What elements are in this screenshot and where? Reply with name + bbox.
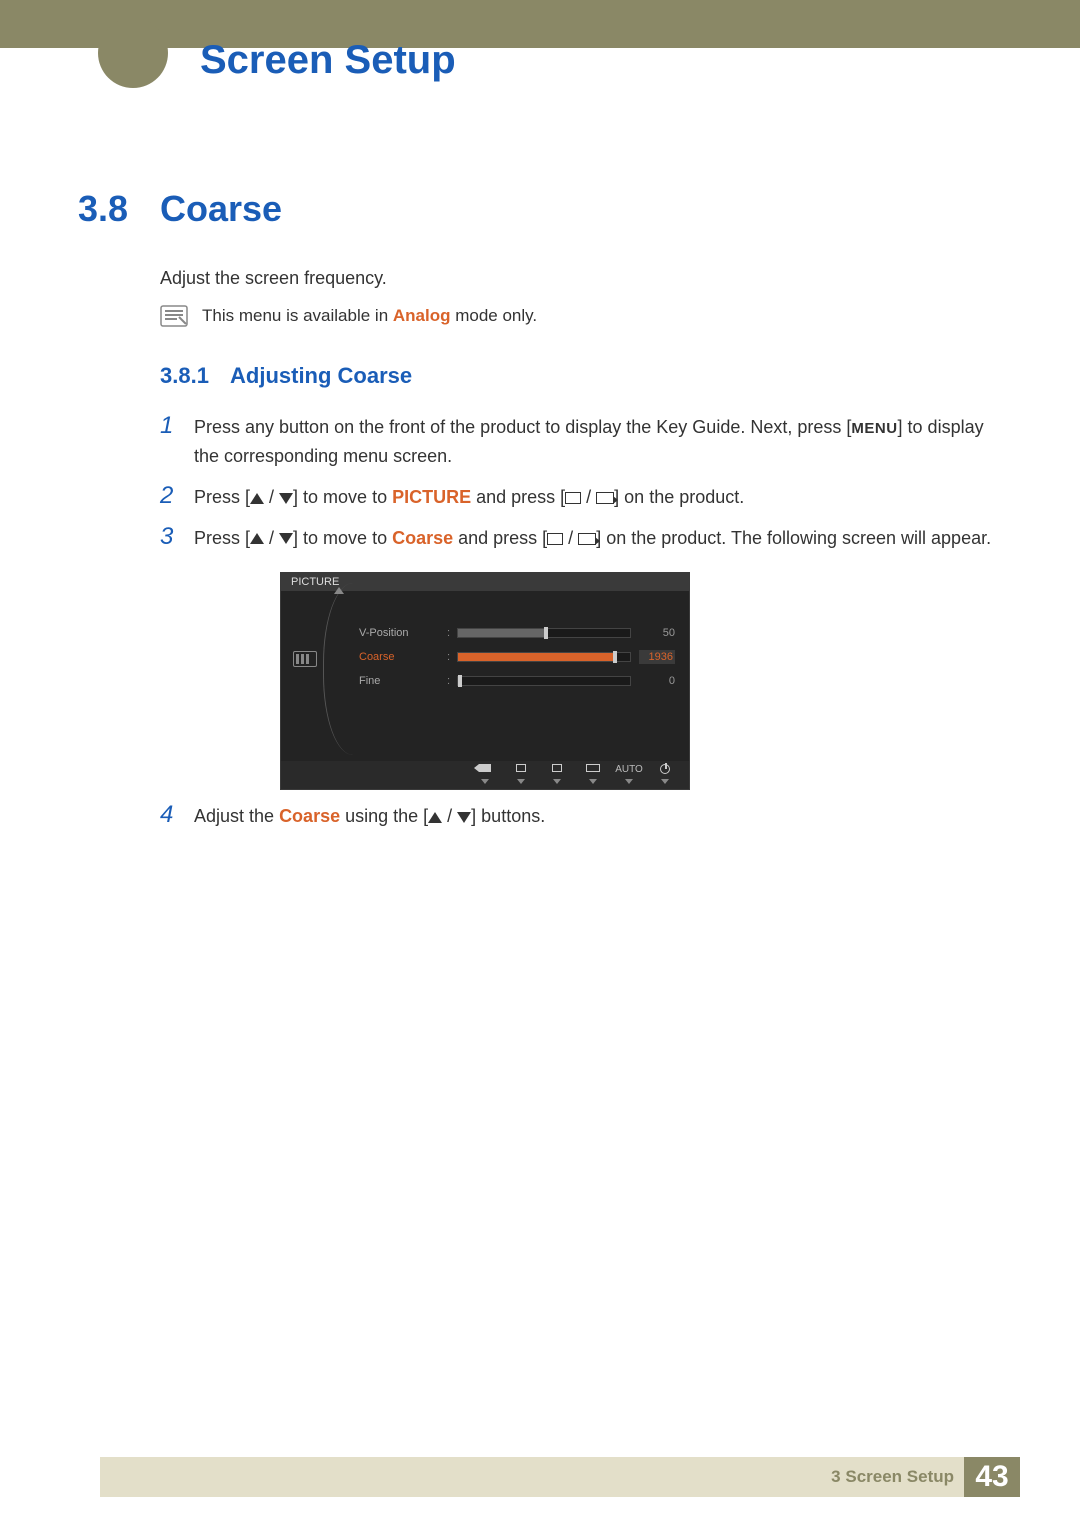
scroll-up-icon: [334, 587, 344, 594]
osd-row-vposition: V-Position : 50: [359, 621, 675, 645]
osd-label-active: Coarse: [359, 651, 447, 663]
osd-back-button: [467, 764, 503, 787]
subsection-title: Adjusting Coarse: [230, 363, 412, 389]
osd-value: 50: [639, 627, 675, 639]
osd-row-fine: Fine : 0: [359, 669, 675, 693]
down-arrow-icon: [279, 533, 293, 544]
osd-auto-button: AUTO: [611, 764, 647, 787]
menu-button-label: MENU: [851, 420, 897, 437]
select-icon: [565, 492, 581, 504]
chapter-title: Screen Setup: [200, 38, 456, 83]
footer-bar: 3 Screen Setup 43: [100, 1457, 990, 1497]
section-number: 3.8: [78, 188, 160, 230]
step-1: 1 Press any button on the front of the p…: [160, 413, 1002, 471]
up-arrow-icon: [428, 812, 442, 823]
target-coarse: Coarse: [279, 806, 340, 826]
picture-category-icon: [293, 651, 317, 667]
osd-panel: PICTURE V-Position : 50 Coarse: [280, 572, 690, 790]
osd-value-active: 1936: [639, 650, 675, 664]
enter-icon: [578, 533, 596, 545]
osd-button-bar: AUTO: [281, 761, 689, 789]
step-2: 2 Press [ / ] to move to PICTURE and pre…: [160, 483, 1002, 512]
subsection-number: 3.8.1: [160, 363, 230, 389]
osd-slider-active: [457, 652, 631, 662]
step-3: 3 Press [ / ] to move to Coarse and pres…: [160, 524, 1002, 553]
step-text: Adjust the Coarse using the [ / ] button…: [194, 802, 545, 831]
target-coarse: Coarse: [392, 528, 453, 548]
chapter-badge: [98, 18, 168, 88]
target-picture: PICTURE: [392, 487, 471, 507]
step-text: Press [ / ] to move to PICTURE and press…: [194, 483, 744, 512]
osd-label: V-Position: [359, 627, 447, 639]
section-title: Coarse: [160, 188, 282, 230]
osd-slider: [457, 676, 631, 686]
osd-label: Fine: [359, 675, 447, 687]
subsection-heading: 3.8.1 Adjusting Coarse: [160, 363, 1002, 389]
osd-minus-button: [503, 764, 539, 787]
step-number: 2: [160, 483, 194, 509]
step-text: Press [ / ] to move to Coarse and press …: [194, 524, 991, 553]
step-number: 3: [160, 524, 194, 550]
up-arrow-icon: [250, 493, 264, 504]
select-icon: [547, 533, 563, 545]
enter-icon: [596, 492, 614, 504]
down-arrow-icon: [457, 812, 471, 823]
up-arrow-icon: [250, 533, 264, 544]
osd-row-coarse: Coarse : 1936: [359, 645, 675, 669]
note-text: This menu is available in Analog mode on…: [202, 306, 537, 326]
note-row: This menu is available in Analog mode on…: [160, 305, 1002, 327]
section-heading: 3.8 Coarse: [78, 188, 1002, 230]
down-arrow-icon: [279, 493, 293, 504]
osd-power-button: [647, 764, 683, 787]
footer-page-number: 43: [964, 1457, 1020, 1497]
note-icon: [160, 305, 188, 327]
osd-enter-button: [575, 764, 611, 787]
osd-value: 0: [639, 675, 675, 687]
osd-slider: [457, 628, 631, 638]
step-text: Press any button on the front of the pro…: [194, 413, 1002, 471]
section-intro: Adjust the screen frequency.: [160, 266, 1002, 291]
step-number: 1: [160, 413, 194, 439]
footer-label: 3 Screen Setup: [831, 1467, 954, 1487]
step-4: 4 Adjust the Coarse using the [ / ] butt…: [160, 802, 1002, 831]
page-content: 3.8 Coarse Adjust the screen frequency. …: [78, 188, 1002, 843]
osd-plus-button: [539, 764, 575, 787]
osd-screenshot: PICTURE V-Position : 50 Coarse: [280, 572, 1002, 790]
step-number: 4: [160, 802, 194, 828]
note-mode: Analog: [393, 306, 451, 325]
